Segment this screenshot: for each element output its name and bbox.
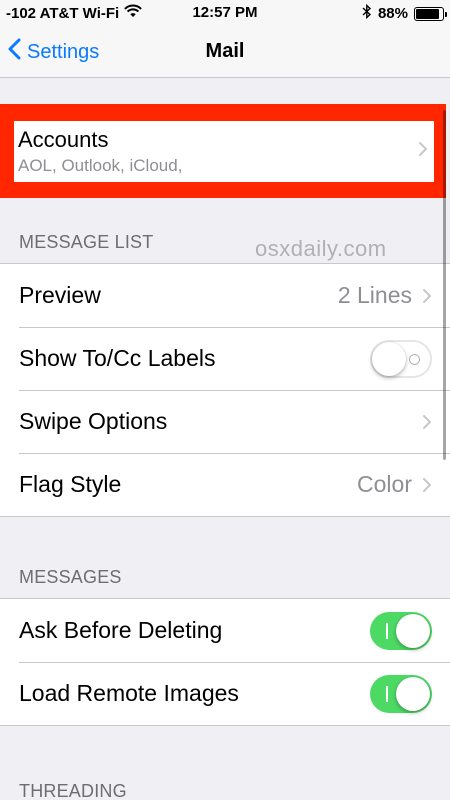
accounts-subtitle: AOL, Outlook, iCloud, xyxy=(18,156,183,175)
section-header-message-list: MESSAGE LIST xyxy=(19,232,154,252)
ask-before-deleting-row: Ask Before Deleting xyxy=(0,599,450,662)
flag-style-label: Flag Style xyxy=(19,471,122,497)
watermark: osxdaily.com xyxy=(255,236,387,261)
battery-percent: 88% xyxy=(377,5,408,22)
flag-style-row[interactable]: Flag Style Color xyxy=(0,453,450,516)
ask-before-deleting-label: Ask Before Deleting xyxy=(19,617,223,643)
load-remote-images-label: Load Remote Images xyxy=(19,680,239,706)
accounts-title: Accounts xyxy=(18,127,109,152)
toggle-on-indicator xyxy=(386,622,388,639)
load-remote-images-row: Load Remote Images xyxy=(0,662,450,725)
chevron-right-icon xyxy=(422,288,432,304)
show-to-cc-row: Show To/Cc Labels xyxy=(0,327,450,390)
chevron-right-icon xyxy=(422,477,432,493)
battery-icon xyxy=(414,6,447,21)
messages-group: Ask Before Deleting Load Remote Images xyxy=(0,598,450,726)
toggle-off-indicator xyxy=(409,353,420,365)
scroll-indicator[interactable] xyxy=(443,110,446,460)
show-to-cc-label: Show To/Cc Labels xyxy=(19,345,216,371)
page-title: Mail xyxy=(205,40,245,62)
status-bar: -102 AT&T Wi-Fi 12:57 PM 88% xyxy=(0,0,450,26)
section-header-messages: MESSAGES xyxy=(19,567,122,587)
message-list-group: Preview 2 Lines Show To/Cc Labels Swipe … xyxy=(0,263,450,517)
toggle-on-indicator xyxy=(386,685,388,702)
preview-label: Preview xyxy=(19,282,101,308)
toggle-knob xyxy=(396,613,430,648)
chevron-right-icon xyxy=(422,414,432,430)
toggle-knob xyxy=(396,676,430,711)
battery-fill xyxy=(416,8,439,19)
swipe-options-label: Swipe Options xyxy=(19,408,168,434)
nav-bar: Settings Mail xyxy=(0,26,450,78)
chevron-right-icon xyxy=(418,141,428,157)
preview-value: 2 Lines xyxy=(337,282,412,308)
ask-before-deleting-toggle[interactable] xyxy=(370,611,432,650)
load-remote-images-toggle[interactable] xyxy=(370,674,432,713)
toggle-knob xyxy=(372,341,406,376)
status-right: 88% xyxy=(362,3,447,23)
swipe-options-row[interactable]: Swipe Options xyxy=(0,390,450,453)
preview-row[interactable]: Preview 2 Lines xyxy=(0,264,450,327)
section-header-threading: THREADING xyxy=(19,781,127,800)
show-to-cc-toggle[interactable] xyxy=(370,339,432,378)
accounts-row[interactable]: Accounts AOL, Outlook, iCloud, xyxy=(14,121,434,182)
flag-style-value: Color xyxy=(357,471,412,497)
bluetooth-icon xyxy=(362,3,372,23)
